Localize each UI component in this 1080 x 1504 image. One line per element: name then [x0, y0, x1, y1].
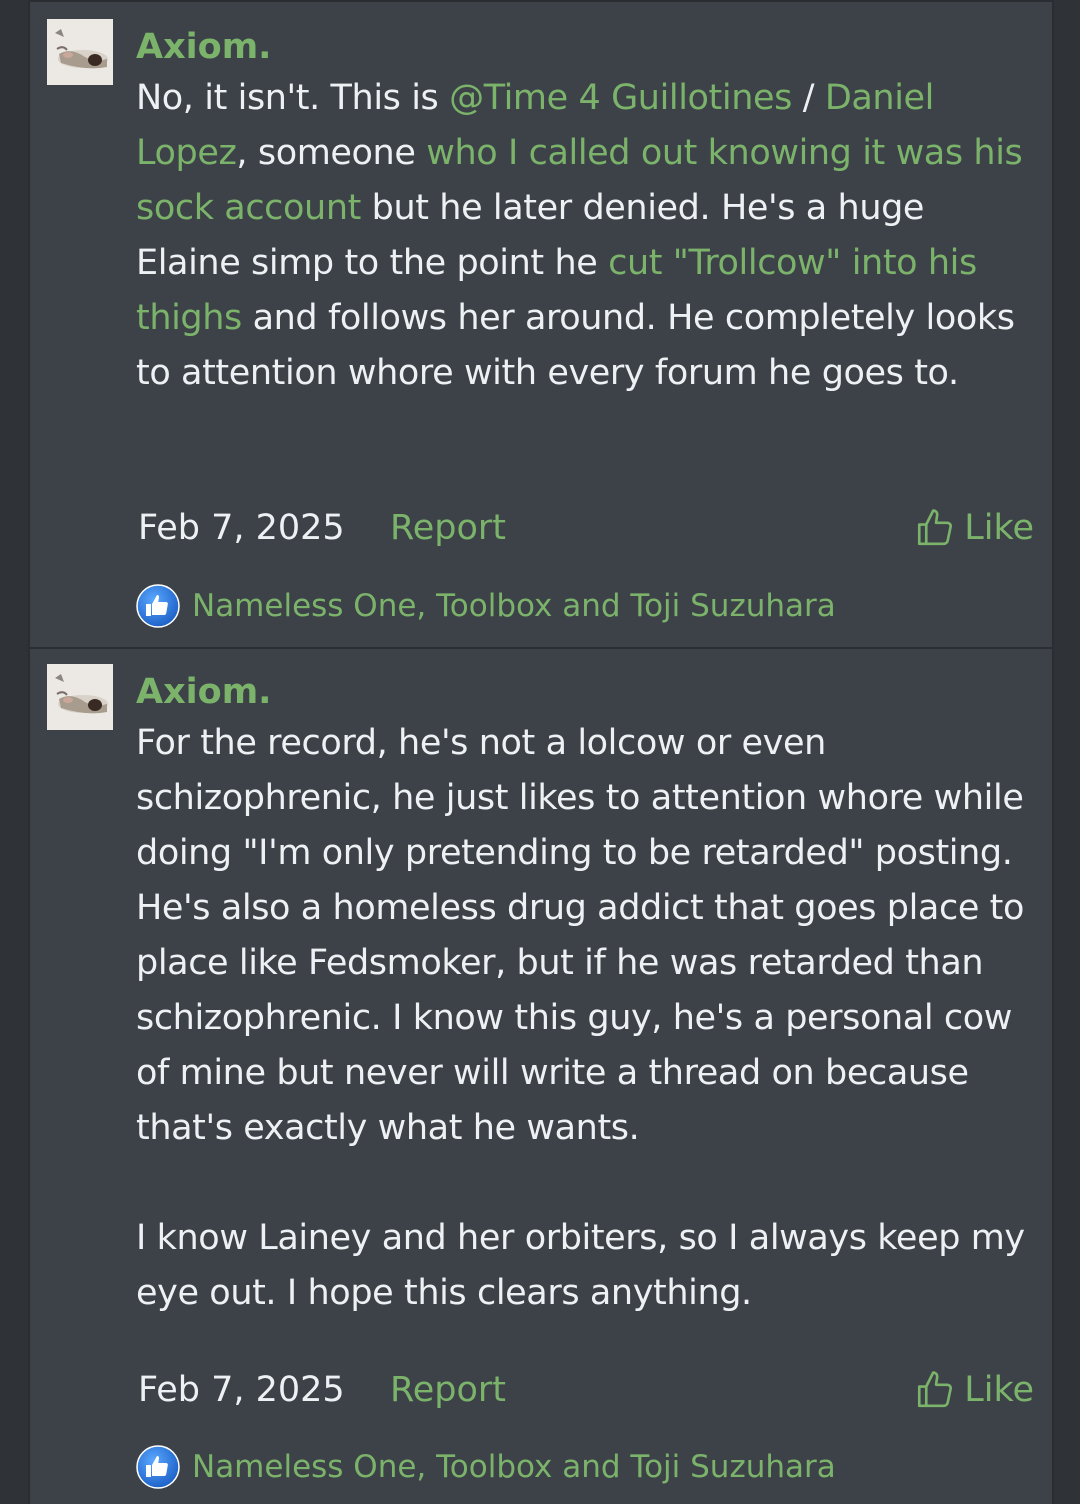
post-footer: Feb 7, 2025 Report Like [138, 503, 1034, 553]
post: Axiom. No, it isn't. This is @Time 4 Gui… [30, 0, 1052, 649]
thumbs-up-badge-icon [136, 584, 180, 628]
message-text: For the record, he's not a lolcow or eve… [136, 723, 1025, 1148]
thumbs-up-badge-icon [136, 1445, 180, 1489]
avatar-image [47, 664, 113, 730]
message-text: No, it isn't. This is [136, 78, 450, 118]
post-footer: Feb 7, 2025 Report Like [138, 1365, 1034, 1415]
avatar-image [47, 19, 113, 85]
thumbs-up-outline-icon [918, 509, 953, 546]
thread-container: Axiom. No, it isn't. This is @Time 4 Gui… [28, 0, 1054, 1504]
report-link[interactable]: Report [390, 503, 506, 553]
post-date[interactable]: Feb 7, 2025 [138, 503, 345, 553]
report-link[interactable]: Report [390, 1365, 506, 1415]
avatar[interactable] [47, 19, 113, 85]
thumbs-up-outline-icon [918, 1371, 953, 1408]
username[interactable]: Axiom. [136, 669, 1036, 715]
post: Axiom. For the record, he's not a lolcow… [30, 647, 1052, 1504]
like-label: Like [964, 1370, 1034, 1410]
like-button[interactable]: Like [914, 1365, 1034, 1415]
reactions-users[interactable]: Nameless One, Toolbox and Toji Suzuhara [192, 588, 836, 624]
post-body: Axiom. For the record, he's not a lolcow… [136, 669, 1036, 1321]
message-paragraph: I know Lainey and her orbiters, so I alw… [136, 1211, 1036, 1321]
like-label: Like [964, 508, 1034, 548]
message-text: / [791, 78, 825, 118]
post-body: Axiom. No, it isn't. This is @Time 4 Gui… [136, 24, 1036, 401]
message-link[interactable]: @Time 4 Guillotines [449, 78, 792, 118]
reactions-users[interactable]: Nameless One, Toolbox and Toji Suzuhara [192, 1449, 836, 1485]
reactions-bar[interactable]: Nameless One, Toolbox and Toji Suzuhara [136, 583, 836, 629]
message-paragraph: For the record, he's not a lolcow or eve… [136, 716, 1036, 1156]
avatar[interactable] [47, 664, 113, 730]
message-text: , someone [236, 133, 427, 173]
message-text: I know Lainey and her orbiters, so I alw… [136, 1218, 1025, 1313]
message-paragraph: No, it isn't. This is @Time 4 Guillotine… [136, 71, 1036, 401]
message-content: For the record, he's not a lolcow or eve… [136, 716, 1036, 1321]
username[interactable]: Axiom. [136, 24, 1036, 70]
post-date[interactable]: Feb 7, 2025 [138, 1365, 345, 1415]
like-button[interactable]: Like [914, 503, 1034, 553]
message-text: and follows her around. He completely lo… [136, 298, 1015, 393]
reactions-bar[interactable]: Nameless One, Toolbox and Toji Suzuhara [136, 1444, 836, 1490]
message-content: No, it isn't. This is @Time 4 Guillotine… [136, 71, 1036, 401]
